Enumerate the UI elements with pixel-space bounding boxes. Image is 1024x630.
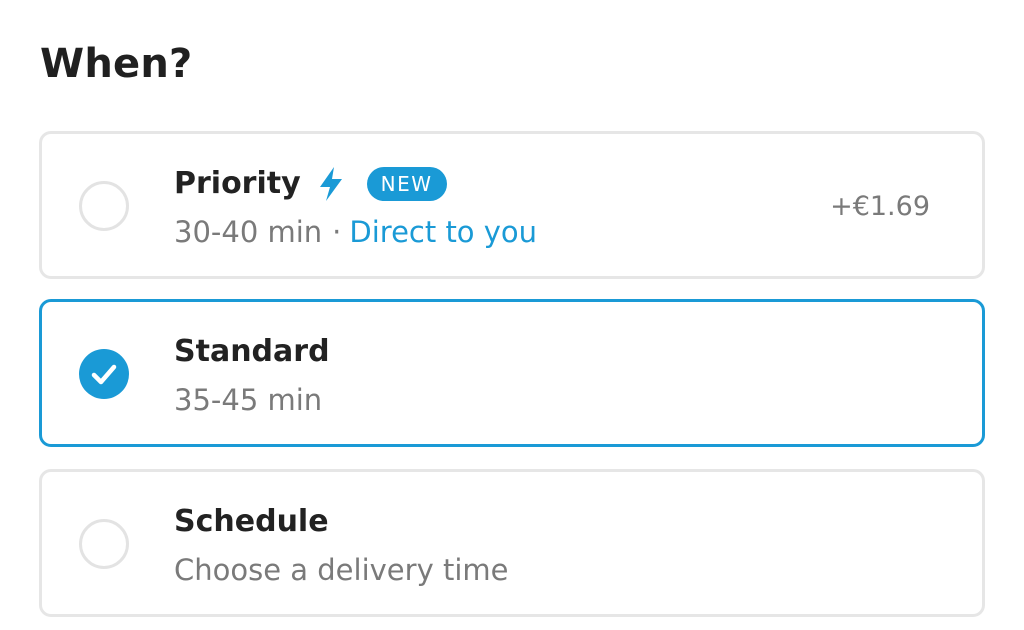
schedule-content: Schedule Choose a delivery time: [174, 502, 508, 590]
standard-title: Standard: [174, 334, 330, 369]
schedule-title: Schedule: [174, 504, 329, 539]
priority-title-row: Priority NEW: [174, 164, 537, 204]
standard-title-row: Standard: [174, 332, 330, 372]
lightning-bolt-icon: [317, 166, 345, 202]
schedule-subtitle: Choose a delivery time: [174, 553, 509, 587]
page-title: When?: [40, 41, 193, 87]
priority-price: +€1.69: [830, 191, 930, 222]
delivery-time-selector: When? Priority NEW 30-40 min · Direct to y…: [0, 0, 1024, 630]
priority-time: 30-40 min: [174, 215, 323, 249]
priority-content: Priority NEW 30-40 min · Direct to you: [174, 164, 537, 252]
option-standard[interactable]: Standard 35-45 min: [39, 299, 985, 447]
standard-content: Standard 35-45 min: [174, 332, 330, 420]
priority-detail: Direct to you: [349, 215, 538, 249]
option-priority[interactable]: Priority NEW 30-40 min · Direct to you +€1…: [39, 131, 985, 279]
standard-radio-button[interactable]: [79, 349, 129, 399]
schedule-title-row: Schedule: [174, 502, 508, 542]
priority-subtitle: 30-40 min · Direct to you: [174, 212, 537, 252]
schedule-radio-button[interactable]: [79, 519, 129, 569]
standard-subtitle: 35-45 min: [174, 383, 323, 417]
separator-dot: ·: [332, 215, 342, 249]
priority-title: Priority: [174, 166, 301, 201]
new-badge: NEW: [366, 167, 447, 201]
priority-radio-button[interactable]: [79, 181, 129, 231]
option-schedule[interactable]: Schedule Choose a delivery time: [39, 469, 985, 617]
